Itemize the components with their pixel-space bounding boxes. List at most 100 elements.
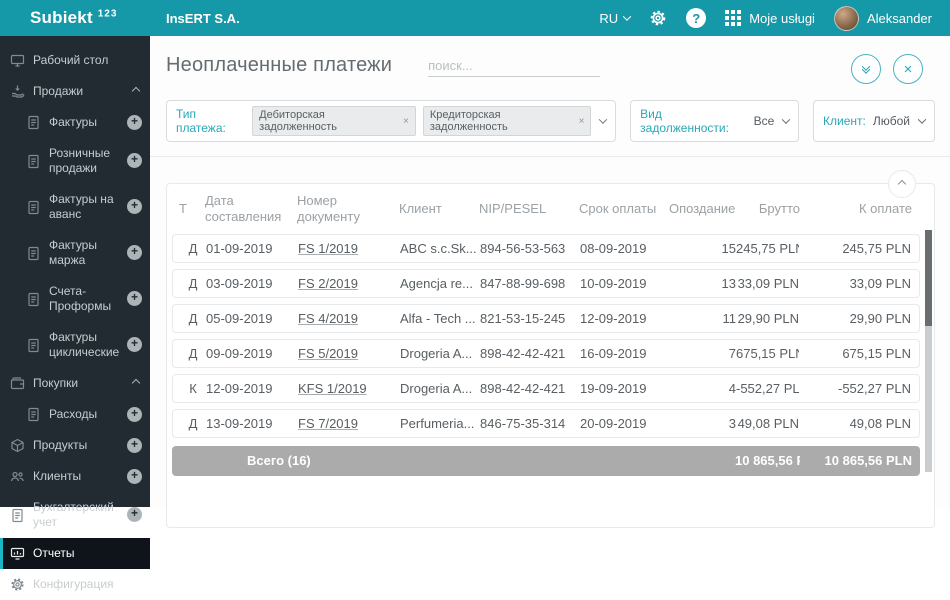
filter-tag-label: Кредиторская задолженность [429,109,508,133]
cell-date: 13-09-2019 [206,415,273,431]
table-row[interactable]: Д 13-09-2019 FS 7/2019 Perfumeria... 846… [172,408,920,438]
sidebar-item-invoices[interactable]: Фактуры + [0,107,150,138]
sidebar-section-purchases[interactable]: Покупки [0,368,150,399]
filter-tag[interactable]: Дебиторская задолженность × [252,106,416,136]
document-link[interactable]: FS 5/2019 [298,346,358,361]
remove-tag-icon[interactable]: × [403,116,409,127]
column-header-client[interactable]: Клиент [399,201,479,217]
cell-date: 03-09-2019 [206,275,273,291]
filter-tag[interactable]: Кредиторская задолженность × [422,106,592,136]
chevron-up-icon [897,179,907,189]
column-header-nip[interactable]: NIP/PESEL [479,201,579,217]
sidebar-item-label: Фактуры [49,115,97,129]
sidebar-section-sales[interactable]: Продажи [0,76,150,107]
document-link[interactable]: FS 1/2019 [298,241,358,256]
language-selector[interactable]: RU [599,11,632,26]
sidebar-item-desktop[interactable]: Рабочий стол [0,45,150,76]
cell-gross: 49,08 PLN [737,415,799,431]
remove-tag-icon[interactable]: × [579,116,585,127]
cell-topay: -552,27 PLN [838,380,911,396]
brand-sup: 123 [97,8,118,20]
add-icon[interactable]: + [127,337,142,352]
add-icon[interactable]: + [127,507,142,522]
sidebar-item-clients[interactable]: Клиенты + [0,461,150,492]
column-header-date[interactable]: Дата составления [205,193,297,226]
search-input[interactable] [428,58,605,73]
document-link[interactable]: FS 4/2019 [298,311,358,326]
add-icon[interactable]: + [127,406,142,422]
document-icon [10,508,25,523]
table-row[interactable]: К 12-09-2019 KFS 1/2019 Drogeria A... 89… [172,373,920,403]
sidebar-item-label: Розничные продажи [49,146,111,175]
cell-delay: 11 [722,310,737,326]
cell-client: Agencja re... [400,275,473,291]
scrollbar-thumb[interactable] [925,230,932,326]
sidebar-item-configuration[interactable]: Конфигурация [0,569,150,600]
column-header-type[interactable]: Т [179,201,205,217]
cell-type: Д [188,415,198,431]
sidebar-item-recurring-invoices[interactable]: Фактуры циклические + [0,322,150,368]
filter-payment-type[interactable]: Тип платежа: Дебиторская задолженность ×… [166,100,617,142]
column-header-delay[interactable]: Опоздание [669,201,735,217]
user-menu[interactable]: Aleksander [833,5,932,31]
add-icon[interactable]: + [127,114,142,130]
sidebar-item-label: Продукты [33,438,88,452]
collapse-table-button[interactable] [888,170,916,198]
sidebar-item-reports[interactable]: Отчеты [0,538,150,569]
cell-nip: 894-56-53-563 [480,240,566,256]
add-icon[interactable]: + [127,245,142,260]
column-header-due[interactable]: Срок оплаты [579,201,669,217]
close-button[interactable]: × [893,54,923,84]
sidebar-item-products[interactable]: Продукты + [0,430,150,461]
sidebar-item-proforma[interactable]: Счета-Проформы + [0,276,150,322]
document-link[interactable]: FS 7/2019 [298,416,358,431]
filter-bar: Тип платежа: Дебиторская задолженность ×… [166,100,935,142]
add-icon[interactable]: + [127,437,142,453]
filter-debt-kind[interactable]: Вид задолженности: Все [630,100,800,142]
cell-date: 12-09-2019 [206,380,273,396]
settings-button[interactable] [649,9,667,27]
sidebar-item-advance-invoices[interactable]: Фактуры на аванс + [0,184,150,230]
document-icon [26,200,41,215]
help-button[interactable]: ? [686,8,707,28]
document-link[interactable]: KFS 1/2019 [298,381,367,396]
add-icon[interactable]: + [127,291,142,306]
sidebar-item-margin-invoices[interactable]: Фактуры маржа + [0,230,150,276]
table-row[interactable]: Д 09-09-2019 FS 5/2019 Drogeria A... 898… [172,338,920,368]
close-icon: × [903,60,913,78]
sidebar-item-expenses[interactable]: Расходы + [0,399,150,430]
column-header-doc[interactable]: Номер документу [297,193,399,226]
expand-all-button[interactable] [851,54,881,84]
scrollbar-track[interactable] [925,230,932,472]
sidebar-item-accounting[interactable]: Бухгалтерский учет + [0,492,150,538]
add-icon[interactable]: + [127,468,142,484]
top-bar: Subiekt 123 InsERT S.A. RU ? Moje usługi… [0,0,950,36]
sidebar-item-retail-sales[interactable]: Розничные продажи + [0,138,150,184]
summary-gross: 10 865,56 PLN [735,453,800,468]
chevron-down-icon [917,115,927,124]
app-logo[interactable]: Subiekt 123 [30,8,117,27]
filter-client[interactable]: Клиент: Любой [813,100,935,142]
table-row[interactable]: Д 01-09-2019 FS 1/2019 ABC s.c.Sk... 894… [172,233,920,263]
cell-due: 20-09-2019 [580,415,647,431]
cell-type: Д [188,345,198,361]
add-icon[interactable]: + [127,199,142,214]
apps-grid-icon [725,10,742,26]
cell-due: 08-09-2019 [580,240,647,256]
cell-delay: 4 [728,380,736,396]
add-icon[interactable]: + [127,153,142,168]
search-box [428,58,605,77]
table-row[interactable]: Д 05-09-2019 FS 4/2019 Alfa - Tech ... 8… [172,303,920,333]
cell-date: 09-09-2019 [206,345,273,361]
document-link[interactable]: FS 2/2019 [298,276,358,291]
sidebar-item-label: Фактуры маржа [49,238,97,267]
chevron-up-icon [131,378,141,387]
cell-client: Perfumeria... [400,415,475,431]
sidebar-item-label: Расходы [49,407,98,421]
column-header-topay[interactable]: К оплате [800,201,912,217]
my-services-button[interactable]: Moje usługi [725,10,815,26]
table-row[interactable]: Д 03-09-2019 FS 2/2019 Agencja re... 847… [172,268,920,298]
column-header-gross[interactable]: Брутто [735,201,800,217]
logo-zone: Subiekt 123 [0,8,150,28]
cell-date: 05-09-2019 [206,310,273,326]
